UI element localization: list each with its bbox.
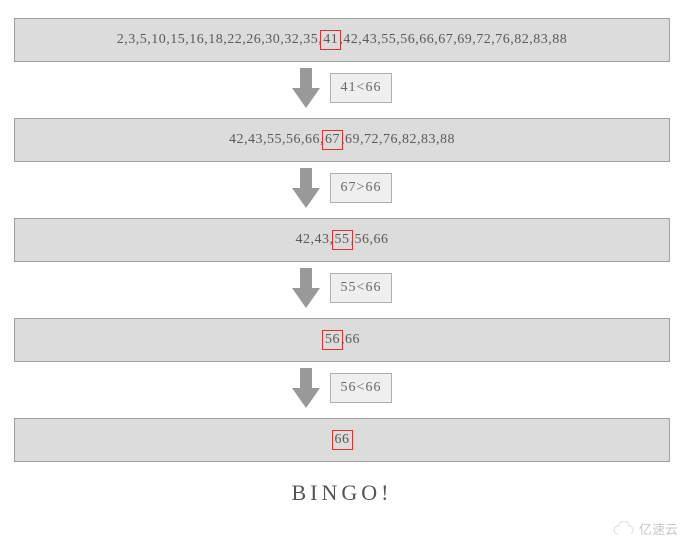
down-arrow-icon <box>292 268 320 308</box>
array-step-5-content: 66 <box>334 432 351 447</box>
array-step-2-content: 42,43,55,56,66,67,69,72,76,82,83,88 <box>229 132 455 147</box>
result-label: BINGO! <box>14 480 670 506</box>
down-arrow-icon <box>292 368 320 408</box>
array-step-4-content: 56,66 <box>324 332 360 347</box>
cloud-icon <box>612 521 636 537</box>
watermark: 亿速云 <box>612 519 678 538</box>
array-step-2: 42,43,55,56,66,67,69,72,76,82,83,88 <box>14 118 670 162</box>
down-arrow-icon <box>292 68 320 108</box>
array-step-1: 2,3,5,10,15,16,18,22,26,30,32,35,41,42,4… <box>14 18 670 62</box>
highlighted-mid: 41 <box>320 30 341 50</box>
array-step-3-content: 42,43,55,56,66 <box>296 232 389 247</box>
watermark-text: 亿速云 <box>639 519 678 538</box>
arrow-row-2: 67>66 <box>14 168 670 208</box>
array-step-4: 56,66 <box>14 318 670 362</box>
arrow-row-4: 56<66 <box>14 368 670 408</box>
highlighted-mid: 56 <box>322 330 343 350</box>
comparison-box-3: 55<66 <box>330 273 393 303</box>
arrow-row-3: 55<66 <box>14 268 670 308</box>
comparison-box-1: 41<66 <box>330 73 393 103</box>
array-step-3: 42,43,55,56,66 <box>14 218 670 262</box>
highlighted-mid: 66 <box>332 430 353 450</box>
highlighted-mid: 67 <box>322 130 343 150</box>
array-step-5: 66 <box>14 418 670 462</box>
arrow-row-1: 41<66 <box>14 68 670 108</box>
comparison-box-4: 56<66 <box>330 373 393 403</box>
comparison-box-2: 67>66 <box>330 173 393 203</box>
down-arrow-icon <box>292 168 320 208</box>
array-step-1-content: 2,3,5,10,15,16,18,22,26,30,32,35,41,42,4… <box>117 32 568 47</box>
highlighted-mid: 55 <box>332 230 353 250</box>
